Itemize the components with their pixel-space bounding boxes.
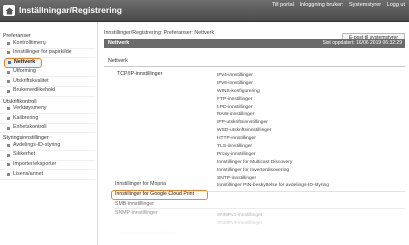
sidebar-item-paper-source[interactable]: Innstillinger for papirkilde <box>0 49 95 59</box>
list-item: WSD-utskriftsinnstillinger <box>217 128 272 134</box>
bullet-icon <box>7 144 10 148</box>
home-icon[interactable] <box>3 5 15 16</box>
bullet-icon <box>7 172 10 176</box>
sidebar-item-label: Enhetskontroll <box>13 124 47 131</box>
sidebar-item-label: Utforming <box>13 68 36 75</box>
sidebar-item-maintenance[interactable]: Brukervedlikehold <box>0 87 95 97</box>
divider <box>114 208 405 209</box>
app-title: Inställningar/Registrering <box>19 5 122 15</box>
bullet-icon <box>7 51 10 55</box>
list-item: FTP-innstillinger <box>217 96 253 102</box>
list-item: LPD-innstillinger <box>217 104 253 110</box>
header-links: Till portal Inloggning bruker: Systemsty… <box>268 2 405 8</box>
list-item: Innstillinger for Inverterdisovering <box>217 167 290 173</box>
list-item: Proxy-innstillinger <box>217 151 256 157</box>
section-title-bar: Nettverk Sist oppdatert: 16/06 2019 06:3… <box>104 39 405 48</box>
sidebar-item-label: Importer/eksporter <box>13 161 57 168</box>
bullet-icon <box>7 163 10 167</box>
portal-link[interactable]: Till portal <box>272 2 294 8</box>
tcp-ip-settings-link[interactable]: TCP/IP-innstillinger <box>117 71 162 77</box>
section-title: Nettverk <box>108 40 130 46</box>
sidebar-item-label: Kontrolltimerų <box>13 39 46 46</box>
list-item: IPP-utskriftsinnstillinger <box>217 120 268 126</box>
list-item: IPv6-innstillinger <box>217 80 253 86</box>
list-item: WINS-konfigurering <box>217 88 260 94</box>
bullet-icon <box>7 80 10 84</box>
snmp-settings-link[interactable]: SNMP-innstillinger <box>115 210 158 216</box>
sidebar-item-label: Innstillinger for papirkilde <box>13 49 72 56</box>
list-item: SNMPv3-innstillinger <box>217 220 263 226</box>
sidebar: Preferanser Kontrolltimerų Innstillinger… <box>0 22 98 245</box>
bullet-icon <box>7 126 10 130</box>
list-item: RAW-innstillinger <box>217 112 255 118</box>
google-cloud-print-settings-link[interactable]: Innstillinger for Google Cloud Print <box>111 190 208 200</box>
top-bar: Inställningar/Registrering Till portal I… <box>0 0 409 22</box>
list-item: IPv4-innstillinger <box>217 73 253 78</box>
sidebar-item-label: Verktøysmeny <box>13 105 47 112</box>
bullet-icon <box>7 89 10 93</box>
sidebar-item-label: Kalibrering <box>13 114 39 121</box>
login-user-label: Inloggning bruker: <box>299 2 344 8</box>
bullet-icon <box>8 61 11 65</box>
mopria-settings-link[interactable]: Innstillinger for Mopria <box>115 181 166 187</box>
bullet-icon <box>7 70 10 74</box>
smb-settings-link[interactable]: SMB-innstillinger <box>115 201 154 207</box>
last-updated: Sist oppdatert: 16/06 2019 06:32:29 <box>322 40 402 46</box>
sidebar-item-label: Lisens/annet <box>13 170 44 177</box>
bullet-icon <box>7 41 10 45</box>
list-item: Innstillinger for Multicast Discovery <box>217 159 293 165</box>
bullet-icon <box>7 153 10 157</box>
sidebar-item-license[interactable]: Lisens/annet <box>0 170 95 180</box>
list-item: HTTP-innstillinger <box>217 136 256 142</box>
sidebar-item-label: Utskriftskvalitet <box>13 77 49 84</box>
sidebar-item-label: Avdelings-ID-styring <box>13 141 61 148</box>
list-item: SNTP-innstillinger <box>217 175 257 181</box>
logout-link[interactable]: Logg ut <box>387 2 405 8</box>
user-name: Systemstyrer <box>349 2 382 8</box>
tcp-ip-settings-list: IPv4-innstillinger IPv6-innstillinger WI… <box>217 72 405 190</box>
subsection-title: Nettverk <box>104 58 405 67</box>
snmp-settings-list: SNMPv1-innstillinger SNMPv3-innstillinge… <box>217 212 262 227</box>
bullet-icon <box>7 116 10 120</box>
dedicated-port-settings-link[interactable]: Dedikerte port-innstillinger <box>115 231 175 237</box>
list-item: SNMPv1-innstillinger <box>217 213 263 218</box>
bullet-icon <box>7 107 10 111</box>
breadcrumb: Innstillinger/Registrering: Preferanser:… <box>104 30 215 36</box>
list-item: Innstillinger PIN-beskyttelse for avdeli… <box>217 183 329 189</box>
sidebar-item-label: Brukervedlikehold <box>13 87 56 94</box>
sidebar-item-label: Sikkerhet <box>13 151 36 158</box>
list-item: TLS-innstillinger <box>217 144 253 150</box>
sidebar-item-device-control[interactable]: Enhetskontroll <box>0 124 95 134</box>
